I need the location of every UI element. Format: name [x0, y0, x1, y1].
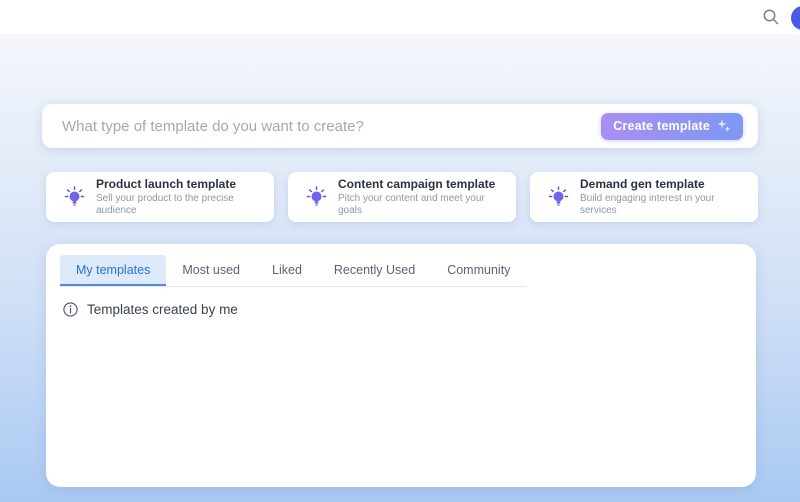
create-template-button[interactable]: Create template	[601, 113, 743, 140]
suggestion-card-demand-gen[interactable]: Demand gen template Build engaging inter…	[530, 172, 758, 222]
suggestion-title: Content campaign template	[338, 177, 504, 191]
lightbulb-icon	[64, 186, 85, 209]
suggestion-subtitle: Pitch your content and meet your goals	[338, 193, 504, 217]
tab-most-used[interactable]: Most used	[166, 255, 256, 286]
template-prompt-input[interactable]	[42, 104, 601, 148]
create-template-label: Create template	[613, 119, 710, 133]
topbar	[0, 0, 800, 34]
template-prompt-bar: Create template	[42, 104, 758, 148]
sparkles-icon	[717, 119, 731, 133]
suggestion-card-content-campaign[interactable]: Content campaign template Pitch your con…	[288, 172, 516, 222]
suggestion-subtitle: Build engaging interest in your services	[580, 193, 746, 217]
lightbulb-icon	[306, 186, 327, 209]
suggestion-cards: Product launch template Sell your produc…	[46, 172, 758, 222]
template-creator-page: Create template	[0, 0, 800, 502]
tab-community[interactable]: Community	[431, 255, 526, 286]
empty-state-row: Templates created by me	[63, 302, 742, 317]
avatar[interactable]	[791, 6, 800, 30]
suggestion-title: Demand gen template	[580, 177, 746, 191]
suggestion-subtitle: Sell your product to the precise audienc…	[96, 193, 262, 217]
tab-liked[interactable]: Liked	[256, 255, 318, 286]
tab-my-templates[interactable]: My templates	[60, 255, 166, 286]
info-circle-icon	[63, 302, 78, 317]
suggestion-title: Product launch template	[96, 177, 262, 191]
tab-recently-used[interactable]: Recently Used	[318, 255, 431, 286]
templates-tabs: My templates Most used Liked Recently Us…	[60, 255, 526, 287]
lightbulb-icon	[548, 186, 569, 209]
templates-panel: My templates Most used Liked Recently Us…	[46, 244, 756, 487]
empty-state-message: Templates created by me	[87, 302, 238, 317]
search-icon[interactable]	[762, 8, 780, 26]
suggestion-card-product-launch[interactable]: Product launch template Sell your produc…	[46, 172, 274, 222]
